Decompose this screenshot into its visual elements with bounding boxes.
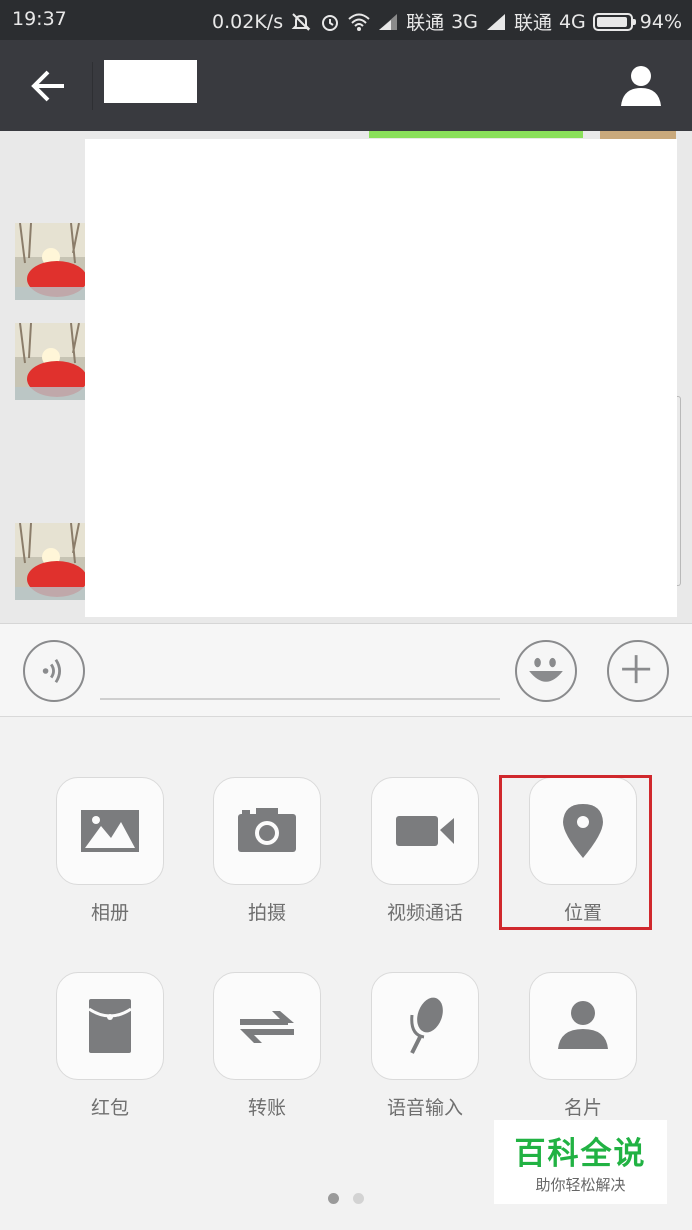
- video-call-tile[interactable]: [371, 777, 479, 885]
- chat-title-redacted: [104, 60, 197, 103]
- contact-card-icon: [558, 1001, 608, 1049]
- alarm-icon: [322, 14, 339, 31]
- mute-icon: [291, 12, 311, 31]
- contact-avatar[interactable]: [15, 223, 85, 300]
- redacted-messages-mask: [85, 139, 677, 617]
- carrier-1: 联通: [406, 12, 445, 34]
- video-call-icon: [396, 816, 454, 846]
- voice-input-tile[interactable]: [371, 972, 479, 1080]
- camera-label: 拍摄: [247, 902, 286, 924]
- title-bar: [0, 40, 692, 131]
- album-button[interactable]: 相册: [56, 777, 164, 925]
- contact-avatar[interactable]: [15, 523, 85, 600]
- page-dot-1[interactable]: [328, 1193, 339, 1204]
- more-functions-button[interactable]: [607, 640, 669, 702]
- battery-icon: [592, 12, 636, 31]
- chat-info-user-icon[interactable]: [618, 62, 664, 108]
- page-dot-2[interactable]: [353, 1193, 364, 1204]
- contact-avatar[interactable]: [15, 323, 85, 400]
- message-input[interactable]: [100, 654, 500, 700]
- battery-fill: [596, 16, 627, 27]
- network-speed: 0.02K/s: [212, 10, 284, 33]
- transfer-button[interactable]: 转账: [213, 972, 321, 1120]
- album-icon: [81, 810, 139, 852]
- album-label: 相册: [90, 902, 129, 924]
- wifi-icon: [348, 13, 370, 31]
- camera-button[interactable]: 拍摄: [213, 777, 321, 925]
- location-highlight-box: [499, 775, 652, 930]
- red-packet-label: 红包: [90, 1097, 129, 1119]
- contact-card-label: 名片: [563, 1097, 602, 1119]
- microphone-icon: [410, 997, 443, 1054]
- network-type-1: 3G: [451, 10, 478, 33]
- album-tile[interactable]: [56, 777, 164, 885]
- video-call-label: 视频通话: [386, 902, 463, 924]
- status-bar: 19:37 0.02K/s 联通 3G 联通 4G 94%: [0, 0, 692, 40]
- watermark-subtitle: 助你轻松解决: [535, 1176, 626, 1194]
- watermark-logo: 百科全说 助你轻松解决: [494, 1120, 667, 1204]
- input-bar: [0, 623, 692, 717]
- red-packet-button[interactable]: 红包: [56, 972, 164, 1120]
- voice-mode-button[interactable]: [23, 640, 85, 702]
- red-packet-icon: [88, 999, 132, 1053]
- transfer-icon: [240, 1011, 294, 1043]
- emoji-button[interactable]: [515, 640, 577, 702]
- network-type-2: 4G: [558, 10, 586, 33]
- voice-input-button[interactable]: 语音输入: [371, 972, 479, 1120]
- video-call-button[interactable]: 视频通话: [371, 777, 479, 925]
- title-divider: [92, 62, 93, 110]
- voice-input-label: 语音输入: [386, 1097, 463, 1119]
- carrier-2: 联通: [513, 12, 552, 34]
- status-time: 19:37: [12, 8, 67, 30]
- battery-percent: 94%: [639, 10, 682, 33]
- camera-tile[interactable]: [213, 777, 321, 885]
- outgoing-message-bubble[interactable]: [369, 131, 583, 138]
- contact-card-button[interactable]: 名片: [529, 972, 637, 1120]
- red-packet-tile[interactable]: [56, 972, 164, 1080]
- signal-icon: [379, 13, 398, 30]
- back-arrow-icon[interactable]: [22, 64, 70, 108]
- contact-card-tile[interactable]: [529, 972, 637, 1080]
- transfer-tile[interactable]: [213, 972, 321, 1080]
- chat-messages[interactable]: [0, 131, 692, 623]
- signal-icon-2: [486, 13, 505, 30]
- transfer-label: 转账: [247, 1097, 286, 1119]
- watermark-title: 百科全说: [514, 1136, 647, 1172]
- camera-icon: [238, 808, 296, 852]
